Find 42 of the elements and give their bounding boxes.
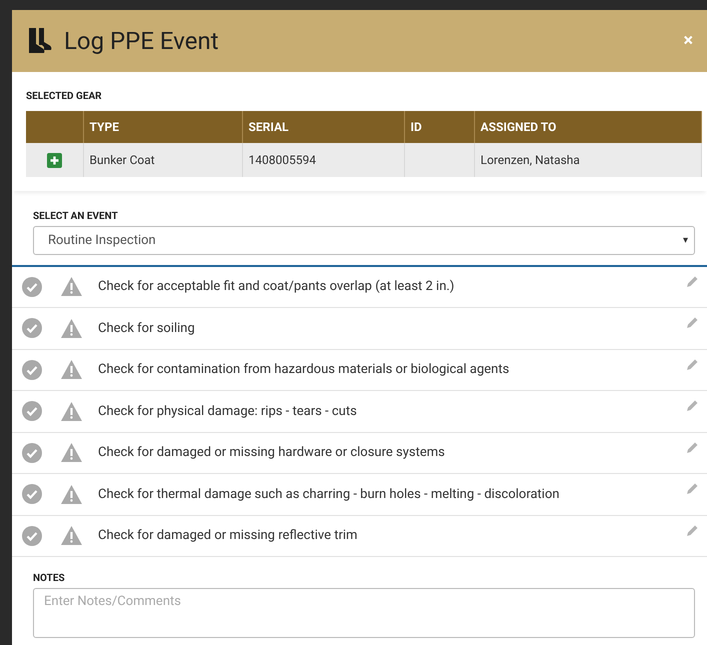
table-cell: 1408005594 <box>248 153 316 167</box>
warning-icon[interactable] <box>61 318 82 338</box>
checklist-item-text: Check for thermal damage such as charring - burn holes - melting - discoloration <box>98 486 560 504</box>
event-select[interactable]: Routine Inspection ▾ <box>33 226 695 255</box>
pencil-icon[interactable] <box>685 482 699 496</box>
column-header: TYPE <box>90 120 119 134</box>
warning-icon[interactable] <box>61 484 82 504</box>
warning-icon[interactable] <box>61 443 82 462</box>
checklist-item-text: Check for physical damage: rips - tears - cuts <box>98 402 357 420</box>
checklist-item-text: Check for soiling <box>98 320 195 338</box>
table-cell: Bunker Coat <box>90 153 155 167</box>
check-circle-icon[interactable] <box>22 484 42 504</box>
notes-field[interactable]: Enter Notes/Comments <box>33 588 695 638</box>
pencil-icon[interactable] <box>685 358 699 372</box>
pencil-icon[interactable] <box>685 274 699 288</box>
column-header: SERIAL <box>248 120 288 134</box>
field-label: SELECT AN EVENT <box>33 210 119 224</box>
check-circle-icon[interactable] <box>22 526 42 546</box>
warning-icon[interactable] <box>61 277 82 296</box>
checklist-item-text: Check for damaged or missing hardware or closure systems <box>98 444 445 462</box>
check-circle-icon[interactable] <box>22 360 42 380</box>
checklist-item-text: Check for contamination from hazardous materials or biological agents <box>98 361 510 379</box>
check-circle-icon[interactable] <box>22 401 42 422</box>
dialog-title: Log PPE Event <box>64 26 219 57</box>
warning-icon[interactable] <box>61 526 82 546</box>
table-cell: Lorenzen, Natasha <box>480 153 580 167</box>
pencil-icon[interactable] <box>685 316 699 330</box>
checklist-item-text: Check for damaged or missing reflective trim <box>98 527 358 545</box>
check-circle-icon[interactable] <box>22 318 42 338</box>
pencil-icon[interactable] <box>685 440 699 454</box>
pencil-icon[interactable] <box>685 399 699 413</box>
pencil-icon[interactable] <box>685 524 699 538</box>
add-icon[interactable] <box>46 153 62 168</box>
check-circle-icon[interactable] <box>22 276 42 297</box>
warning-icon[interactable] <box>61 360 82 380</box>
checklist-item-text: Check for acceptable fit and coat/pants overlap (at least 2 in.) <box>98 278 454 296</box>
column-header: ASSIGNED TO <box>480 120 556 134</box>
field-label: NOTES <box>33 572 66 586</box>
check-circle-icon[interactable] <box>22 442 42 463</box>
section-label: SELECTED GEAR <box>26 90 103 104</box>
warning-icon[interactable] <box>61 402 82 421</box>
column-header: ID <box>410 120 422 134</box>
